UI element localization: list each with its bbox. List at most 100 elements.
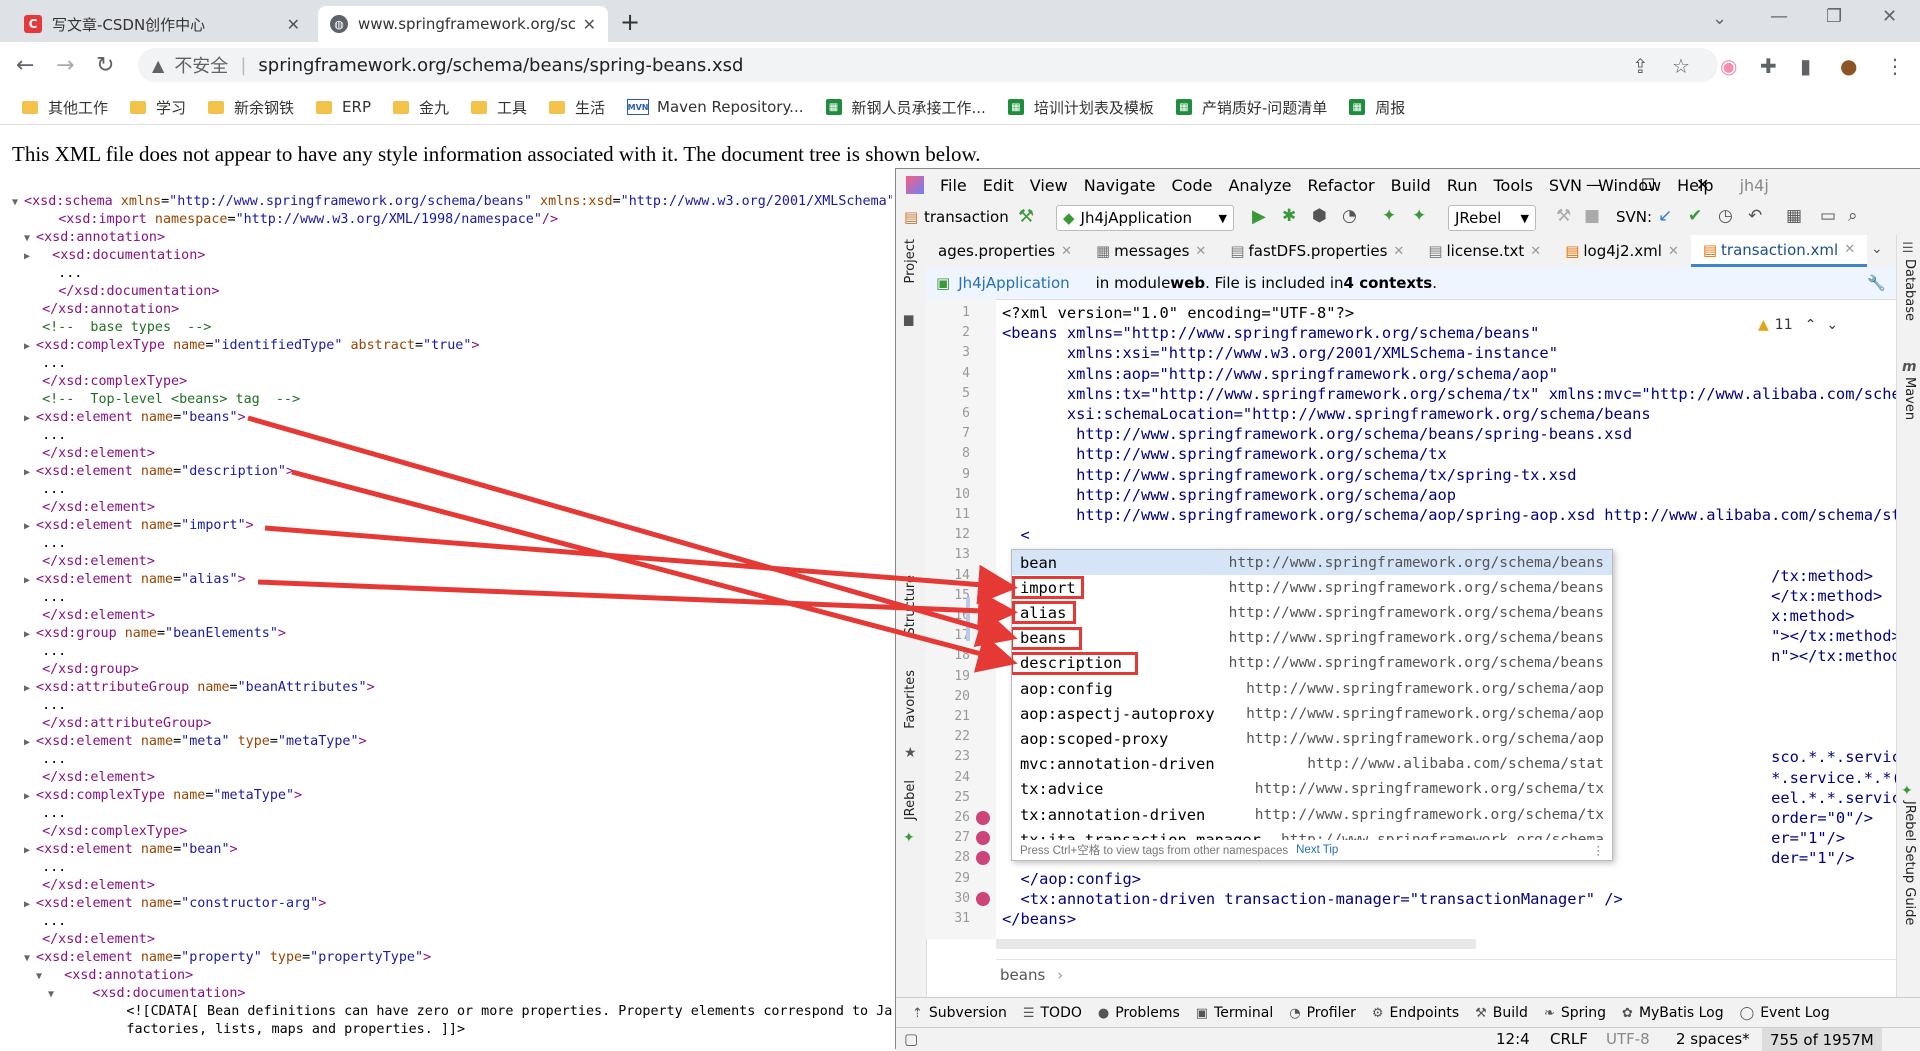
close-tab-icon[interactable]: ✕ — [1061, 244, 1072, 259]
code-line[interactable]: < — [1002, 525, 1030, 545]
side-panel-icon[interactable]: ▮ — [1800, 54, 1811, 78]
extensions-puzzle-icon[interactable]: ✚ — [1760, 54, 1777, 78]
svn-commit-icon[interactable]: ✔ — [1688, 206, 1702, 226]
xml-line[interactable]: ▶ <xsd:group name="beanElements"> — [12, 625, 892, 643]
code-line[interactable]: xmlns:xsi="http://www.w3.org/2001/XMLSch… — [1002, 343, 1558, 363]
menu-navigate[interactable]: Navigate — [1084, 176, 1156, 195]
xml-line[interactable]: ▼ <xsd:annotation> — [12, 229, 892, 247]
tool-tab-problems[interactable]: ● Problems — [1098, 1005, 1180, 1021]
close-tab-icon[interactable]: ✕ — [583, 15, 596, 34]
restore-icon[interactable]: ❐ — [1826, 6, 1842, 27]
completion-item[interactable]: mvc:annotation-driven http://www.alibaba.… — [1012, 752, 1612, 777]
close-tab-icon[interactable]: ✕ — [1530, 244, 1541, 259]
url-text[interactable]: springframework.org/schema/beans/spring-… — [258, 55, 743, 76]
back-icon[interactable]: ← — [16, 53, 34, 78]
expand-toggle-icon[interactable]: ▶ — [24, 521, 36, 532]
tool-tab-profiler[interactable]: ◔ Profiler — [1289, 1005, 1356, 1021]
expand-toggle-icon[interactable]: ▶ — [24, 845, 36, 856]
code-line[interactable]: </beans> — [1002, 909, 1076, 929]
line-separator[interactable]: CRLF — [1550, 1030, 1588, 1048]
stop-hammer-icon[interactable]: ⚒ — [1556, 206, 1571, 226]
close-tab-icon[interactable]: ✕ — [1195, 244, 1206, 259]
bookmark-item[interactable]: 生活 — [549, 97, 605, 118]
wrench-icon[interactable]: 🔧 — [1867, 274, 1886, 292]
forward-icon[interactable]: → — [56, 53, 74, 78]
code-line[interactable]: xsi:schemaLocation="http://www.springfra… — [1002, 404, 1651, 424]
layout-toggle-icon[interactable]: ▢ — [904, 1030, 918, 1048]
banner-app-link[interactable]: Jh4jApplication — [958, 274, 1069, 292]
close-window-icon[interactable]: ✕ — [1882, 6, 1897, 27]
jrebel-debug-icon[interactable]: ✦ — [1412, 206, 1426, 226]
expand-toggle-icon[interactable]: ▼ — [36, 971, 48, 982]
more-icon[interactable]: ⋮ — [1593, 843, 1605, 857]
tab-csdn[interactable]: C 写文章-CSDN创作中心 ✕ — [12, 6, 312, 42]
security-label[interactable]: 不安全 — [174, 52, 228, 78]
expand-toggle-icon[interactable]: ▶ — [24, 629, 36, 640]
completion-item[interactable]: aop:scoped-proxy http://www.springframewo… — [1012, 726, 1612, 751]
expand-toggle-icon[interactable]: ▶ — [24, 791, 36, 802]
completion-item[interactable]: tx:advice http://www.springframework.org/… — [1012, 777, 1612, 802]
tabs-overflow-chevron-icon[interactable]: ⌄ — [1871, 241, 1883, 257]
expand-toggle-icon[interactable]: ▼ — [24, 233, 36, 244]
file-encoding[interactable]: UTF-8 — [1606, 1030, 1650, 1048]
menu-tools[interactable]: Tools — [1494, 176, 1533, 195]
profile-avatar[interactable]: ● — [1840, 54, 1857, 78]
jrebel-run-icon[interactable]: ✦ — [1382, 206, 1396, 226]
completion-item[interactable]: beans http://www.springframework.org/sche… — [1012, 626, 1612, 651]
expand-toggle-icon[interactable]: ▶ — [24, 683, 36, 694]
run-config-select[interactable]: ◆ Jh4jApplication ▼ — [1056, 205, 1234, 231]
menu-view[interactable]: View — [1030, 176, 1068, 195]
extension-cat-icon[interactable]: ◉ — [1720, 54, 1737, 78]
tool-tab-event-log[interactable]: ◯ Event Log — [1740, 1005, 1830, 1021]
module-name[interactable]: transaction — [924, 208, 1009, 226]
code-line[interactable]: xmlns:tx="http://www.springframework.org… — [1002, 384, 1896, 404]
indent-setting[interactable]: 2 spaces* — [1676, 1030, 1750, 1048]
editor-tab[interactable]: ages.properties ✕ — [926, 235, 1084, 267]
code-line[interactable]: <?xml version="1.0" encoding="UTF-8"?> — [1002, 303, 1354, 323]
completion-item[interactable]: aop:aspectj-autoproxy http://www.springfr… — [1012, 701, 1612, 726]
xml-line[interactable]: ▶ <xsd:complexType name="metaType"> — [12, 787, 892, 805]
menu-svn[interactable]: SVN — [1549, 176, 1582, 195]
expand-toggle-icon[interactable]: ▶ — [24, 899, 36, 910]
menu-kebab-icon[interactable]: ⋮ — [1885, 54, 1905, 78]
code-line[interactable]: http://www.springframework.org/schema/tx — [1002, 444, 1447, 464]
run-icon[interactable]: ▶ — [1252, 206, 1266, 227]
editor-tab[interactable]: ▤ log4j2.xml ✕ — [1553, 235, 1691, 267]
code-line[interactable]: <beans xmlns="http://www.springframework… — [1002, 323, 1539, 343]
expand-toggle-icon[interactable]: ▼ — [24, 953, 36, 964]
completion-item[interactable]: alias http://www.springframework.org/sche… — [1012, 600, 1612, 625]
close-tab-icon[interactable]: ✕ — [1393, 244, 1404, 259]
editor-tab[interactable]: ▤ license.txt ✕ — [1416, 235, 1553, 267]
database-tool-tab[interactable]: Database — [1902, 259, 1917, 321]
xml-line[interactable]: ▶ <xsd:element name="meta" type="metaTyp… — [12, 733, 892, 751]
jrebel-tool-tab[interactable]: JRebel — [903, 780, 918, 820]
next-tip-link[interactable]: Next Tip — [1296, 844, 1338, 856]
bookmark-item[interactable]: 学习 — [130, 97, 186, 118]
address-bar[interactable]: ▲ 不安全 | springframework.org/schema/beans… — [138, 48, 1718, 82]
mybatis-marker-icon[interactable] — [976, 831, 990, 846]
close-tab-icon[interactable]: ✕ — [1668, 244, 1679, 259]
expand-toggle-icon[interactable]: ▼ — [48, 989, 60, 1000]
caret-position[interactable]: 12:4 — [1496, 1030, 1530, 1048]
xml-line[interactable]: ▶ <xsd:element name="bean"> — [12, 841, 892, 859]
horizontal-scrollbar[interactable] — [996, 939, 1476, 949]
tab-spring-xsd[interactable]: ◍ www.springframework.org/sch ✕ — [318, 6, 608, 42]
bookmark-item[interactable]: ▦ 产销质好-问题清单 — [1175, 97, 1327, 118]
build-hammer-icon[interactable]: ⚒ — [1018, 206, 1034, 227]
xml-line[interactable]: ▶ <xsd:attributeGroup name="beanAttribut… — [12, 679, 892, 697]
expand-toggle-icon[interactable]: ▶ — [24, 341, 36, 352]
jrebel-select[interactable]: JRebel ▼ — [1448, 205, 1536, 231]
code-line[interactable]: xmlns:aop="http://www.springframework.or… — [1002, 364, 1558, 384]
coverage-icon[interactable]: ⬢ — [1312, 206, 1327, 226]
expand-toggle-icon[interactable]: ▼ — [12, 197, 24, 208]
profile-run-icon[interactable]: ◔ — [1342, 206, 1357, 226]
tool-tab-build[interactable]: ⚒ Build — [1475, 1005, 1528, 1021]
memory-indicator[interactable]: 755 of 1957M — [1762, 1028, 1882, 1051]
minimize-icon[interactable]: — — [1586, 175, 1602, 194]
stop-icon[interactable]: ■ — [1584, 206, 1600, 226]
menu-edit[interactable]: Edit — [983, 176, 1014, 195]
menu-file[interactable]: File — [940, 176, 967, 195]
favorites-tool-tab[interactable]: Favorites — [903, 670, 918, 729]
previous-highlight-icon[interactable]: ⌃ — [1805, 317, 1817, 333]
history-icon[interactable]: ◷ — [1718, 206, 1733, 226]
